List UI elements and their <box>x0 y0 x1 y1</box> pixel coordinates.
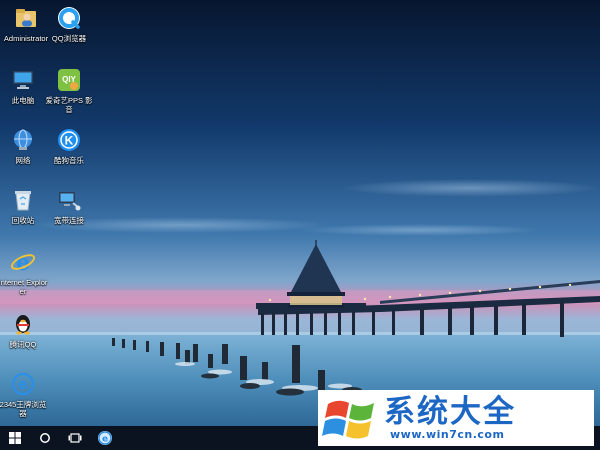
watermark-title: 系统大全 <box>384 393 516 430</box>
desktop-icon-tencent-qq[interactable]: 腾讯QQ <box>0 310 49 349</box>
svg-text:e: e <box>102 435 108 445</box>
desktop-icon-2345-browser[interactable]: e 2345王牌浏览器 <box>0 370 49 418</box>
svg-text:K: K <box>65 134 74 148</box>
desktop-icon-label: Internet Explorer <box>0 278 48 296</box>
iqiyi-icon: QIY <box>55 66 83 94</box>
svg-text:e: e <box>18 377 28 393</box>
network-globe-icon <box>9 126 37 154</box>
task-view-button[interactable] <box>60 426 90 450</box>
start-button[interactable] <box>0 426 30 450</box>
desktop-icon-label: 回收站 <box>11 216 35 225</box>
qq-penguin-icon <box>9 310 37 338</box>
desktop-icon-label: 腾讯QQ <box>9 340 37 349</box>
watermark-text: 系统大全 www.win7cn.com <box>384 396 516 441</box>
cortana-search-button[interactable] <box>30 426 60 450</box>
2345-browser-taskbar-icon: e <box>98 431 112 445</box>
user-folder-icon <box>12 4 40 32</box>
internet-explorer-icon: e <box>9 248 37 276</box>
desktop-icon-this-pc[interactable]: 此电脑 <box>0 66 49 105</box>
watermark-banner: 系统大全 www.win7cn.com <box>318 390 594 446</box>
desktop-icon-label: 爱奇艺PPS 影音 <box>45 96 93 114</box>
desktop-icon-network[interactable]: 网络 <box>0 126 49 165</box>
desktop-icon-recycle-bin[interactable]: 回收站 <box>0 186 49 225</box>
desktop-icon-label: 2345王牌浏览器 <box>0 400 47 418</box>
windows-flag-logo <box>318 390 384 446</box>
recycle-bin-icon <box>9 186 37 214</box>
desktop-icon-broadband[interactable]: 宽带连接 <box>43 186 95 225</box>
watermark-url: www.win7cn.com <box>390 427 505 441</box>
windows-start-icon <box>9 432 21 444</box>
task-view-icon <box>68 433 82 443</box>
desktop-icon-label: 此电脑 <box>11 96 35 105</box>
kugou-icon: K <box>55 126 83 154</box>
desktop-icon-kugou[interactable]: K 酷狗音乐 <box>43 126 95 165</box>
taskbar-2345-browser[interactable]: e <box>90 426 120 450</box>
desktop-icon-label: 宽带连接 <box>54 216 84 225</box>
computer-icon <box>9 66 37 94</box>
2345-browser-icon: e <box>9 370 37 398</box>
desktop-icon-internet-explorer[interactable]: e Internet Explorer <box>0 248 49 296</box>
svg-text:e: e <box>16 250 30 275</box>
desktop-icon-label: 酷狗音乐 <box>54 156 84 165</box>
desktop-icon-label: 网络 <box>15 156 31 165</box>
qq-browser-icon <box>55 4 83 32</box>
cortana-circle-icon <box>40 433 50 443</box>
desktop-icon-label: QQ浏览器 <box>51 34 87 43</box>
desktop-icon-qq-browser[interactable]: QQ浏览器 <box>43 4 95 43</box>
desktop-icon-iqiyi-pps[interactable]: QIY 爱奇艺PPS 影音 <box>43 66 95 114</box>
broadband-connection-icon <box>55 186 83 214</box>
